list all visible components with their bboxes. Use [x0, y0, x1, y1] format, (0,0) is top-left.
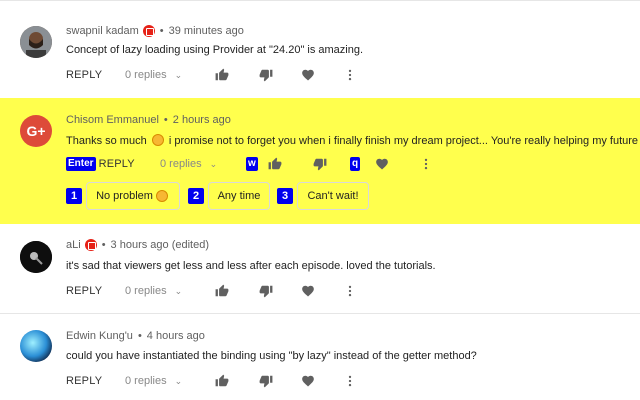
- replies-count: 0 replies: [160, 158, 202, 170]
- thumbs-up-icon[interactable]: [214, 283, 230, 299]
- separator: •: [137, 330, 142, 342]
- smiling-emoji-icon: [155, 190, 168, 202]
- timestamp[interactable]: 3 hours ago (edited): [111, 239, 209, 251]
- author-name[interactable]: Edwin Kung'u: [66, 330, 133, 342]
- comment-actions: Enter REPLY 0 replies ⌄ w q: [66, 156, 446, 172]
- thumbs-down-icon[interactable]: [258, 373, 274, 389]
- timestamp[interactable]: 2 hours ago: [173, 114, 231, 126]
- dislike-key-hint: q: [350, 157, 361, 171]
- thumbs-down-icon[interactable]: [258, 67, 274, 83]
- quick-reply-label: No problem: [96, 190, 153, 202]
- chevron-down-icon: ⌄: [174, 70, 183, 80]
- author-name[interactable]: Chisom Emmanuel: [66, 114, 159, 126]
- smiling-emoji-icon: [151, 134, 164, 146]
- reply-button[interactable]: REPLY: [99, 158, 135, 170]
- thumbs-up-icon[interactable]: [214, 373, 230, 389]
- replies-count: 0 replies: [125, 285, 167, 297]
- more-options-icon[interactable]: [342, 67, 358, 83]
- comment-text: Thanks so much i promise not to forget y…: [66, 134, 638, 147]
- timestamp[interactable]: 4 hours ago: [147, 330, 205, 342]
- comment-item: Edwin Kung'u • 4 hours ago could you hav…: [0, 314, 640, 400]
- comment-actions: REPLY 0 replies ⌄: [66, 283, 366, 299]
- separator: •: [101, 239, 106, 251]
- quick-reply-button[interactable]: Can't wait!: [297, 182, 369, 210]
- heart-icon[interactable]: [300, 373, 316, 389]
- author-name[interactable]: swapnil kadam: [66, 25, 139, 37]
- separator: •: [163, 114, 168, 126]
- comment-text: Concept of lazy loading using Provider a…: [66, 44, 364, 56]
- quick-reply-hint-3: 3: [277, 188, 293, 204]
- quick-reply-label: Can't wait!: [307, 190, 359, 202]
- comment-item-highlighted: G+ Chisom Emmanuel • 2 hours ago Thanks …: [0, 98, 640, 224]
- thumbs-up-icon[interactable]: [214, 67, 230, 83]
- reply-button[interactable]: REPLY: [66, 375, 102, 387]
- author-name[interactable]: aLi: [66, 239, 81, 251]
- thumbs-up-icon[interactable]: [267, 156, 283, 172]
- chevron-down-icon: ⌄: [209, 159, 218, 169]
- more-options-icon[interactable]: [342, 283, 358, 299]
- avatar[interactable]: [20, 26, 52, 58]
- quick-reply-hint-1: 1: [66, 188, 82, 204]
- google-plus-avatar-icon[interactable]: G+: [20, 115, 52, 147]
- quick-reply-hint-2: 2: [188, 188, 204, 204]
- comment-text: could you have instantiated the binding …: [66, 350, 477, 362]
- separator: •: [159, 25, 164, 37]
- thumbs-down-icon[interactable]: [258, 283, 274, 299]
- reply-button[interactable]: REPLY: [66, 285, 102, 297]
- comment-meta: Chisom Emmanuel • 2 hours ago: [66, 114, 231, 126]
- timestamp[interactable]: 39 minutes ago: [169, 25, 244, 37]
- comment-meta: swapnil kadam • 39 minutes ago: [66, 25, 244, 37]
- heart-icon[interactable]: [300, 67, 316, 83]
- verified-badge-icon: [142, 25, 155, 37]
- comment-text: it's sad that viewers get less and less …: [66, 260, 436, 272]
- chevron-down-icon: ⌄: [174, 376, 183, 386]
- replies-toggle[interactable]: 0 replies ⌄: [160, 158, 217, 170]
- verified-badge-icon: [84, 239, 97, 251]
- comment-text-start: Thanks so much: [66, 135, 147, 147]
- more-options-icon[interactable]: [418, 156, 434, 172]
- thumbs-down-icon[interactable]: [312, 156, 328, 172]
- avatar[interactable]: [20, 330, 52, 362]
- replies-count: 0 replies: [125, 375, 167, 387]
- quick-reply-button[interactable]: Any time: [208, 182, 270, 210]
- comment-meta: aLi • 3 hours ago (edited): [66, 239, 209, 251]
- comment-actions: REPLY 0 replies ⌄: [66, 67, 366, 83]
- chevron-down-icon: ⌄: [174, 286, 183, 296]
- comment-text-end: i promise not to forget you when i final…: [168, 135, 639, 147]
- replies-toggle[interactable]: 0 replies ⌄: [125, 69, 182, 81]
- quick-reply-button[interactable]: No problem: [86, 182, 180, 210]
- more-options-icon[interactable]: [342, 373, 358, 389]
- replies-toggle[interactable]: 0 replies ⌄: [125, 285, 182, 297]
- avatar[interactable]: [20, 241, 52, 273]
- heart-icon[interactable]: [300, 283, 316, 299]
- comment-meta: Edwin Kung'u • 4 hours ago: [66, 330, 205, 342]
- comment-item: aLi • 3 hours ago (edited) it's sad that…: [0, 224, 640, 314]
- comment-actions: REPLY 0 replies ⌄: [66, 373, 366, 389]
- comment-item: swapnil kadam • 39 minutes ago Concept o…: [0, 0, 640, 98]
- reply-button[interactable]: REPLY: [66, 69, 102, 81]
- enter-key-hint: Enter: [66, 157, 96, 171]
- replies-toggle[interactable]: 0 replies ⌄: [125, 375, 182, 387]
- like-key-hint: w: [246, 157, 258, 171]
- heart-icon[interactable]: [374, 156, 390, 172]
- quick-reply-label: Any time: [217, 190, 261, 202]
- replies-count: 0 replies: [125, 69, 167, 81]
